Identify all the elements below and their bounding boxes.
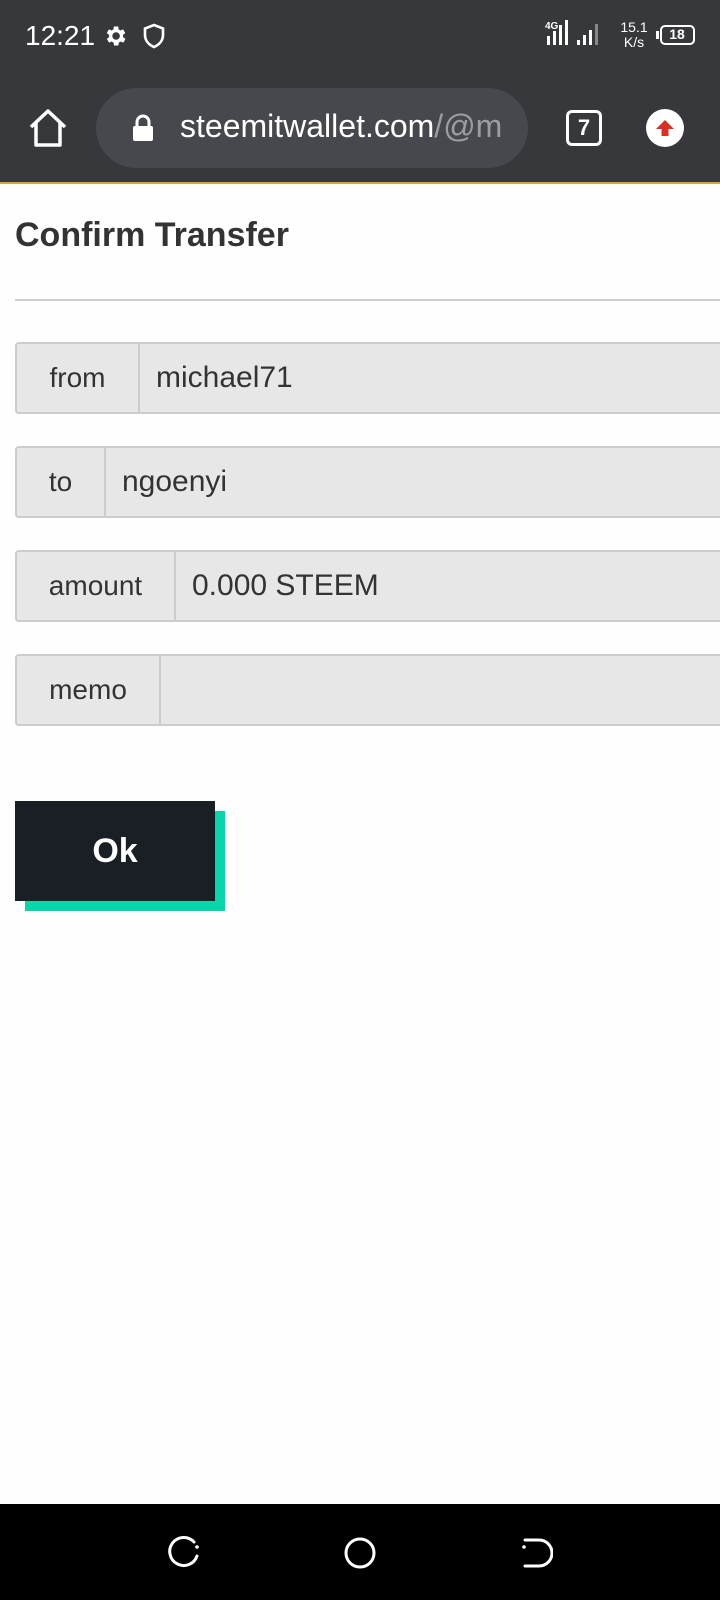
system-nav-bar <box>0 1504 720 1600</box>
battery-level: 18 <box>669 26 685 42</box>
network-type: 4G <box>545 21 559 32</box>
from-value: michael71 <box>140 342 720 414</box>
amount-value: 0.000 STEEM <box>176 550 720 622</box>
to-label: to <box>15 446 106 518</box>
from-field: from michael71 <box>15 342 720 414</box>
status-time: 12:21 <box>25 20 96 51</box>
browser-toolbar: steemitwallet.com/@m 7 <box>0 72 720 184</box>
speed-value: 15.1 <box>620 19 648 35</box>
shield-icon <box>143 23 165 49</box>
signal-icon: 4G <box>545 20 598 45</box>
speed-unit: K/s <box>623 34 645 50</box>
update-icon[interactable] <box>646 109 684 147</box>
status-bar: 12:21 4G 15.1 K/s 18 <box>0 0 720 72</box>
url-text: steemitwallet.com/@m <box>180 108 510 145</box>
amount-label: amount <box>15 550 176 622</box>
home-icon[interactable] <box>27 107 69 149</box>
memo-label: memo <box>15 654 161 726</box>
divider <box>15 299 720 301</box>
ok-button[interactable]: Ok <box>15 801 215 901</box>
memo-field: memo <box>15 654 720 726</box>
from-label: from <box>15 342 140 414</box>
gear-icon <box>106 26 126 46</box>
page-title: Confirm Transfer <box>15 216 289 254</box>
back-icon[interactable] <box>519 1536 553 1570</box>
memo-value <box>161 654 720 726</box>
url-path: /@m <box>434 108 503 144</box>
lock-icon <box>133 114 153 141</box>
network-speed: 15.1 K/s <box>619 20 649 50</box>
tabs-icon[interactable]: 7 <box>566 110 602 146</box>
to-field: to ngoenyi <box>15 446 720 518</box>
to-value: ngoenyi <box>106 446 720 518</box>
ok-button-wrap: Ok <box>15 801 225 911</box>
recent-apps-icon[interactable] <box>167 1536 201 1570</box>
url-bar[interactable]: steemitwallet.com/@m <box>96 88 528 168</box>
url-domain: steemitwallet.com <box>180 108 435 144</box>
amount-field: amount 0.000 STEEM <box>15 550 720 622</box>
home-circle-icon[interactable] <box>343 1536 377 1570</box>
